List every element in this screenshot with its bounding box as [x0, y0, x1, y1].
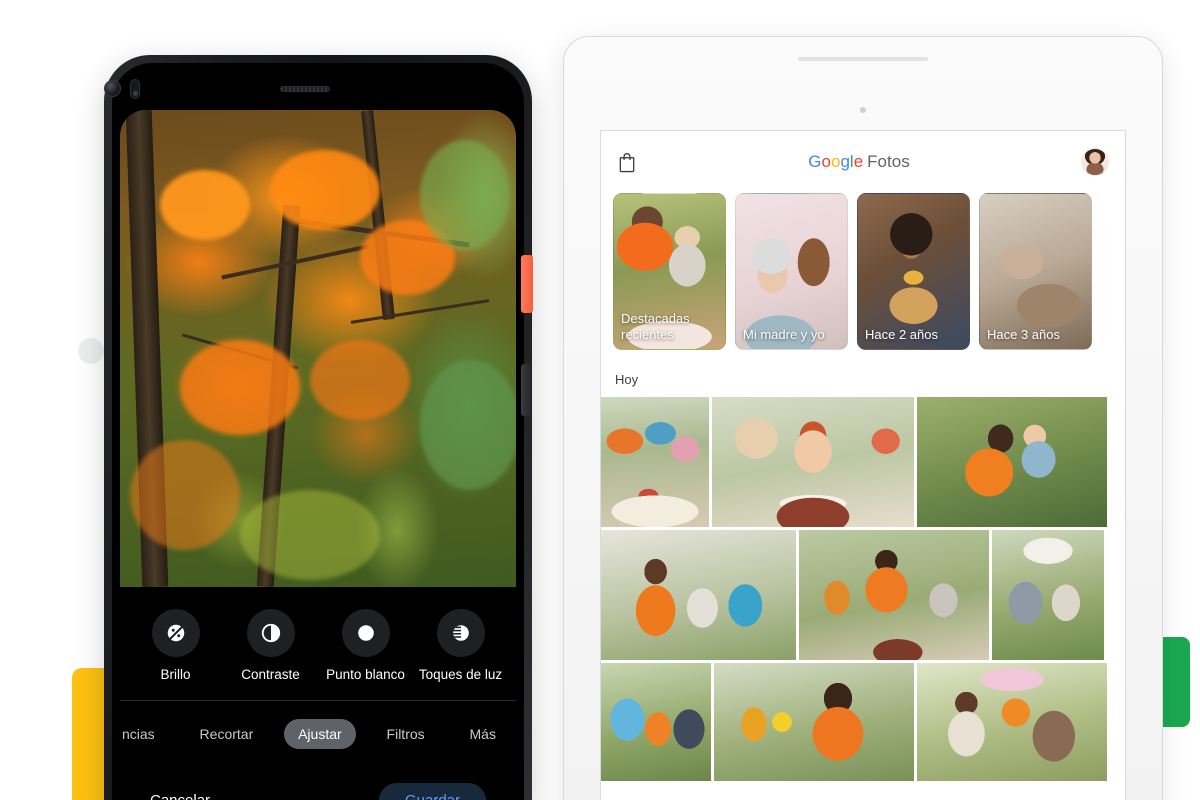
editor-action-bar: Cancelar Guardar	[120, 783, 516, 800]
front-camera-icon	[104, 80, 121, 97]
photo-thumbnail[interactable]	[992, 530, 1104, 660]
power-button[interactable]	[521, 255, 533, 313]
adjust-tool-brillo[interactable]: Brillo	[130, 609, 222, 682]
photo-thumbnail[interactable]	[917, 397, 1107, 527]
photo-thumbnail[interactable]	[799, 530, 989, 660]
cancel-button[interactable]: Cancelar	[150, 792, 210, 800]
photo-thumbnail[interactable]	[601, 663, 711, 781]
edited-photo[interactable]	[120, 110, 516, 587]
memory-card[interactable]: Hace 2 años	[857, 193, 970, 350]
photo-grid-row	[601, 397, 1125, 527]
contrast-icon	[246, 609, 295, 657]
photo-thumbnail[interactable]	[714, 663, 914, 781]
adjust-tool-label: Toques de luz	[418, 667, 503, 682]
app-bar: Google Fotos	[601, 131, 1125, 193]
adjust-tool-label: Contraste	[241, 667, 300, 682]
memory-card-label: Mi madre y yo	[743, 326, 825, 342]
white-point-icon	[341, 609, 390, 657]
shopping-bag-icon[interactable]	[617, 151, 637, 173]
logo-product-name: Fotos	[867, 152, 910, 171]
adjust-tool-label: Brillo	[160, 667, 191, 682]
photo-thumbnail[interactable]	[917, 663, 1107, 781]
tab-mas[interactable]: Más	[456, 719, 510, 749]
memory-card-label: Hace 3 años	[987, 326, 1060, 342]
adjust-tool-punto-blanco[interactable]: Punto blanco	[320, 609, 412, 682]
memory-card[interactable]: Hace 3 años	[979, 193, 1092, 350]
photo-thumbnail[interactable]	[712, 397, 914, 527]
photo-grid-row	[601, 663, 1125, 781]
volume-button[interactable]	[521, 364, 532, 416]
tab-sugerencias[interactable]: ncias	[120, 719, 169, 749]
photo-thumbnail[interactable]	[601, 397, 709, 527]
screenshot-stage: Brillo Contraste Punto blanco Toques de …	[0, 0, 1200, 800]
brightness-icon	[151, 609, 200, 657]
decor-circle	[78, 338, 104, 364]
highlights-icon	[436, 609, 485, 657]
photo-grid	[601, 397, 1125, 781]
editor-tab-bar: ncias Recortar Ajustar Filtros Más	[120, 719, 516, 749]
photo-grid-row	[601, 530, 1125, 660]
panel-divider	[120, 700, 516, 701]
adjust-tool-contraste[interactable]: Contraste	[225, 609, 317, 682]
speaker-grille-icon	[798, 57, 928, 61]
phone-screen: Brillo Contraste Punto blanco Toques de …	[120, 110, 516, 800]
adjustment-tools-row: Brillo Contraste Punto blanco Toques de …	[120, 587, 516, 682]
adjust-tool-label: Punto blanco	[326, 667, 405, 682]
earpiece-speaker-icon	[280, 86, 330, 92]
memory-card[interactable]: Destacadas recientes	[613, 193, 726, 350]
adjust-tool-toques-de-luz[interactable]: Toques de luz	[415, 609, 507, 682]
google-fotos-logo: Google Fotos	[808, 152, 909, 172]
logo-letter: o	[821, 152, 831, 171]
tablet-screen: Google Fotos Destacadas recientes Mi madr…	[600, 130, 1126, 800]
user-avatar[interactable]	[1080, 148, 1109, 176]
photo-thumbnail[interactable]	[601, 530, 796, 660]
tablet-device: Google Fotos Destacadas recientes Mi madr…	[563, 36, 1163, 800]
logo-letter: e	[853, 152, 864, 171]
logo-letter: g	[840, 152, 850, 171]
memory-card-label: Hace 2 años	[865, 326, 938, 342]
memory-card[interactable]: Mi madre y yo	[735, 193, 848, 350]
tab-filtros[interactable]: Filtros	[373, 719, 439, 749]
front-camera-icon	[860, 107, 866, 113]
logo-letter: G	[808, 152, 822, 171]
tab-ajustar[interactable]: Ajustar	[284, 719, 356, 749]
tab-recortar[interactable]: Recortar	[186, 719, 268, 749]
photo-editor-panel: Brillo Contraste Punto blanco Toques de …	[120, 587, 516, 800]
proximity-sensor-icon	[130, 79, 140, 99]
save-button[interactable]: Guardar	[378, 783, 486, 800]
memory-card-label: Destacadas recientes	[621, 311, 690, 342]
section-header-hoy: Hoy	[615, 372, 639, 387]
memories-carousel[interactable]: Destacadas recientes Mi madre y yo Hace …	[601, 193, 1125, 360]
